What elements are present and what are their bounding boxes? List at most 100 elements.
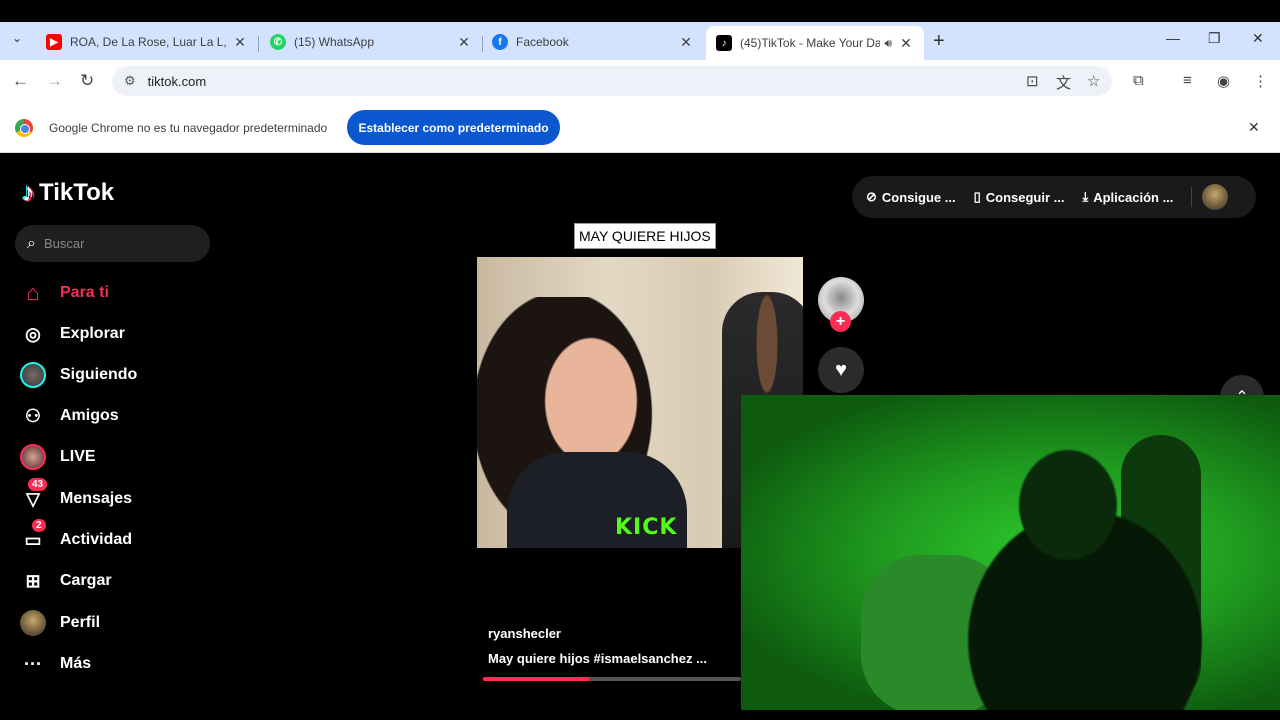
activity-badge: 2: [32, 519, 46, 532]
close-tab-icon[interactable]: ✕: [232, 34, 248, 51]
nav-explorar[interactable]: ◎ Explorar: [20, 319, 125, 349]
media-controls-icon[interactable]: ≡: [1183, 72, 1192, 89]
restore-icon[interactable]: ❐: [1208, 30, 1221, 47]
tab-tiktok[interactable]: ♪ (45)TikTok - Make Your Day 🔊︎ ✕: [706, 26, 924, 60]
address-bar[interactable]: ⚙ tiktok.com: [112, 66, 1112, 96]
tiktok-icon: ♪: [716, 35, 732, 51]
close-infobar-icon[interactable]: ✕: [1248, 119, 1260, 136]
nav-label: Amigos: [60, 407, 119, 424]
nav-mensajes[interactable]: ▽ 43 Mensajes: [20, 478, 133, 514]
video-author[interactable]: ryanshecler: [488, 626, 561, 641]
tiktok-logo[interactable]: ♪ TikTok: [22, 177, 114, 208]
video-progress-fill: [483, 677, 589, 681]
more-icon: ···: [24, 653, 42, 674]
following-avatar-icon: [20, 362, 46, 388]
like-heart-icon[interactable]: ♥: [818, 347, 864, 393]
nav-mas[interactable]: ··· Más: [20, 649, 91, 679]
video-description[interactable]: May quiere hijos #ismaelsanchez ...: [488, 651, 707, 666]
screen-top-border: [0, 0, 1280, 22]
new-tab-icon[interactable]: +: [933, 30, 945, 53]
youtube-icon: ▶: [46, 34, 62, 50]
video-progress-bar[interactable]: [483, 677, 741, 681]
search-box[interactable]: ⌕: [15, 225, 210, 262]
reload-icon[interactable]: ↻: [80, 71, 94, 91]
divider: [1191, 187, 1193, 207]
close-tab-icon[interactable]: ✕: [678, 34, 694, 51]
profile-avatar-icon: [20, 610, 46, 636]
close-window-icon[interactable]: ✕: [1252, 30, 1264, 47]
forward-icon[interactable]: →: [46, 71, 63, 91]
activity-icon: ▭ 2: [20, 519, 46, 553]
tab-title: (15) WhatsApp: [294, 35, 375, 49]
video-caption-overlay: MAY QUIERE HIJOS: [574, 223, 716, 249]
facebook-icon: f: [492, 34, 508, 50]
menu-kebab-icon[interactable]: ⋮: [1253, 72, 1268, 90]
action-label: Consigue ...: [881, 189, 956, 205]
follow-plus-icon[interactable]: +: [830, 311, 851, 332]
extensions-icon[interactable]: ⧉: [1133, 72, 1144, 89]
top-actions-bar: ⊘ Consigue ... ▯ Conseguir ... ⤓ Aplicación…: [852, 176, 1256, 218]
chrome-logo-icon: [15, 119, 33, 137]
close-tab-icon[interactable]: ✕: [456, 34, 472, 51]
logo-text: TikTok: [39, 178, 115, 206]
get-app-button[interactable]: ▯ Conseguir ...: [974, 189, 1065, 205]
speaker-icon[interactable]: 🔊︎: [884, 36, 892, 51]
messages-badge: 43: [28, 478, 48, 491]
friends-icon: ⚇: [24, 405, 42, 426]
tab-title: Facebook: [516, 35, 569, 49]
action-label: Aplicación ...: [1093, 189, 1174, 205]
tab-whatsapp[interactable]: ✆ (15) WhatsApp ✕: [260, 26, 482, 58]
nav-para-ti[interactable]: ⌂ Para ti: [20, 278, 109, 308]
nav-label: Para ti: [60, 284, 109, 301]
webcam-person: [881, 415, 1221, 710]
tab-strip: ⌄ ▶ ROA, De La Rose, Luar La L, Yan ✕ ✆ …: [0, 22, 1280, 60]
close-tab-icon[interactable]: ✕: [898, 35, 914, 52]
url-text: tiktok.com: [147, 73, 207, 89]
live-avatar-icon: [20, 444, 46, 470]
desktop-app-button[interactable]: ⤓ Aplicación ...: [1082, 189, 1173, 205]
site-settings-icon[interactable]: ⚙: [124, 73, 136, 89]
nav-label: Cargar: [60, 572, 112, 589]
tab-search-chevron-icon[interactable]: ⌄: [12, 31, 22, 45]
translate-icon[interactable]: 文: [1056, 72, 1071, 93]
tiktok-page: ♪ TikTok ⌕ ⌂ Para ti ◎ Explorar Siguiend…: [0, 153, 1280, 720]
default-browser-infobar: Google Chrome no es tu navegador predete…: [0, 102, 1280, 153]
get-coins-button[interactable]: ⊘ Consigue ...: [866, 189, 956, 205]
home-icon: ⌂: [26, 280, 40, 305]
bookmark-star-icon[interactable]: ☆: [1087, 72, 1100, 90]
nav-label: Más: [60, 655, 92, 672]
nav-cargar[interactable]: ⊞ Cargar: [20, 566, 112, 596]
search-input[interactable]: [43, 236, 194, 251]
tab-title: (45)TikTok - Make Your Day: [740, 36, 881, 50]
messages-icon: ▽ 43: [20, 478, 48, 512]
nav-siguiendo[interactable]: Siguiendo: [20, 360, 137, 390]
infobar-message: Google Chrome no es tu navegador predete…: [49, 121, 328, 135]
nav-label: Actividad: [60, 531, 133, 548]
nav-label: LIVE: [60, 448, 96, 465]
coin-icon: ⊘: [866, 189, 877, 204]
nav-amigos[interactable]: ⚇ Amigos: [20, 401, 119, 431]
install-app-icon[interactable]: ⊡: [1026, 72, 1039, 90]
user-avatar[interactable]: [1202, 184, 1229, 210]
webcam-overlay: [741, 395, 1280, 710]
tab-youtube[interactable]: ▶ ROA, De La Rose, Luar La L, Yan ✕: [36, 26, 258, 58]
nav-actividad[interactable]: ▭ 2 Actividad: [20, 519, 133, 555]
compass-icon: ◎: [25, 323, 41, 344]
browser-toolbar: ← → ↻ ⚙ tiktok.com ⊡ 文 ☆ ⧉ ≡ ◉ ⋮: [0, 60, 1280, 102]
kick-watermark: KICK: [615, 515, 678, 540]
profile-icon[interactable]: ◉: [1217, 72, 1230, 90]
nav-live[interactable]: LIVE: [20, 442, 96, 472]
nav-label: Explorar: [60, 325, 125, 342]
upload-icon: ⊞: [25, 570, 41, 591]
set-default-button[interactable]: Establecer como predeterminado: [347, 110, 560, 145]
download-icon: ⤓: [1082, 189, 1089, 204]
search-icon: ⌕: [27, 234, 36, 252]
minimize-icon[interactable]: —: [1166, 30, 1180, 46]
nav-label: Perfil: [60, 614, 101, 631]
tab-divider: [258, 36, 259, 52]
nav-perfil[interactable]: Perfil: [20, 608, 100, 638]
back-icon[interactable]: ←: [12, 71, 29, 91]
tiktok-note-icon: ♪: [22, 177, 35, 207]
tab-facebook[interactable]: f Facebook ✕: [482, 26, 704, 58]
nav-label: Mensajes: [60, 490, 133, 507]
